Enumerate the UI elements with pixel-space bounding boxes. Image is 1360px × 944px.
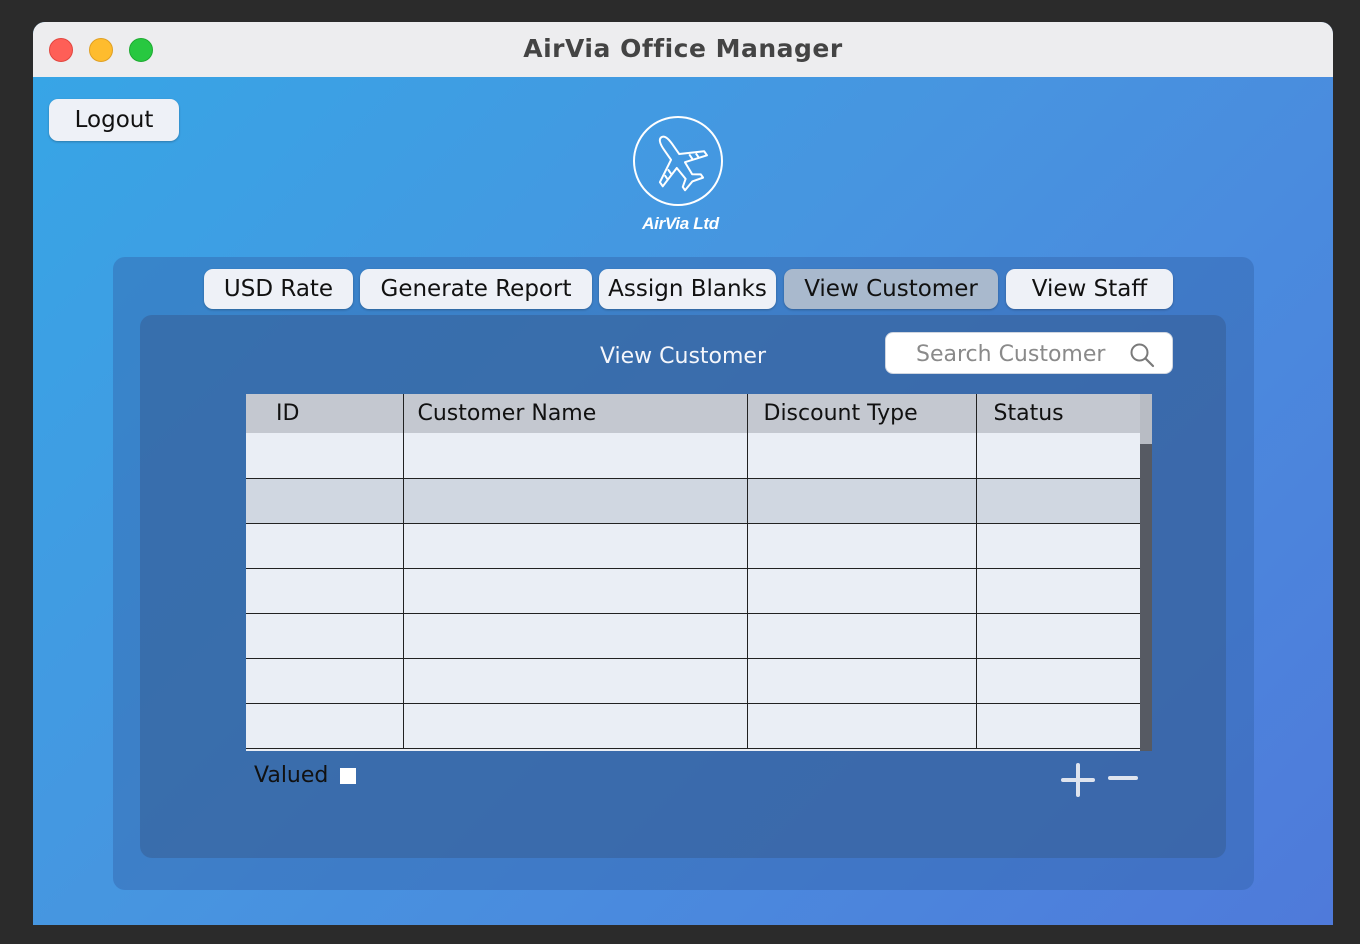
table-row[interactable] (246, 523, 1140, 569)
table-cell[interactable] (403, 703, 748, 749)
table-cell[interactable] (403, 478, 748, 524)
tab-usd-rate[interactable]: USD Rate (204, 269, 353, 309)
table-cell[interactable] (403, 613, 748, 659)
table-scrollbar[interactable] (1140, 394, 1152, 751)
table-header-row: ID Customer Name Discount Type Status (246, 394, 1140, 433)
plus-icon[interactable] (1060, 762, 1096, 798)
table-row[interactable] (246, 703, 1140, 749)
table-cell[interactable] (246, 478, 404, 524)
table-cell[interactable] (976, 568, 1140, 614)
logo-caption: AirVia Ltd (642, 214, 719, 233)
table-cell[interactable] (403, 433, 748, 479)
table-cell[interactable] (747, 658, 977, 704)
table-cell[interactable] (747, 568, 977, 614)
table-cell[interactable] (747, 613, 977, 659)
table-cell[interactable] (976, 703, 1140, 749)
table-cell[interactable] (246, 703, 404, 749)
search-customer-input[interactable] (914, 339, 1128, 369)
table-cell[interactable] (747, 703, 977, 749)
tab-view-customer[interactable]: View Customer (784, 269, 998, 309)
table-cell[interactable] (246, 568, 404, 614)
table-cell[interactable] (747, 433, 977, 479)
view-title: View Customer (599, 344, 767, 369)
column-header-discount-type[interactable]: Discount Type (747, 394, 977, 433)
tab-view-staff[interactable]: View Staff (1006, 269, 1173, 309)
table-cell[interactable] (403, 658, 748, 704)
table-cell[interactable] (246, 613, 404, 659)
column-header-label: Status (993, 401, 1064, 426)
table-row[interactable] (246, 658, 1140, 704)
table-cell[interactable] (976, 658, 1140, 704)
table-cell[interactable] (403, 523, 748, 569)
table-row[interactable] (246, 568, 1140, 614)
tab-assign-blanks[interactable]: Assign Blanks (599, 269, 776, 309)
scrollbar-thumb[interactable] (1140, 394, 1152, 444)
table-cell[interactable] (976, 523, 1140, 569)
logo (633, 116, 723, 206)
app-window: AirVia Office Manager Logout AirVia Ltd … (33, 22, 1333, 925)
window-title: AirVia Office Manager (523, 34, 843, 63)
column-header-id[interactable]: ID (246, 394, 404, 433)
column-header-label: Customer Name (417, 401, 597, 426)
title-bar: AirVia Office Manager (33, 22, 1333, 77)
tab-generate-report[interactable]: Generate Report (360, 269, 592, 309)
table-row[interactable] (246, 613, 1140, 659)
table-row[interactable] (246, 433, 1140, 479)
table-cell[interactable] (246, 433, 404, 479)
valued-label: Valued (254, 763, 329, 788)
table-cell[interactable] (747, 478, 977, 524)
customer-table: ID Customer Name Discount Type Status (246, 394, 1152, 751)
table-cell[interactable] (403, 568, 748, 614)
logout-button[interactable]: Logout (49, 99, 179, 141)
airplane-icon (658, 135, 709, 192)
valued-checkbox[interactable] (340, 768, 356, 784)
table-cell[interactable] (246, 658, 404, 704)
column-header-status[interactable]: Status (976, 394, 1140, 433)
search-icon[interactable] (1129, 342, 1155, 368)
table-cell[interactable] (976, 613, 1140, 659)
table-cell[interactable] (976, 433, 1140, 479)
column-header-label: Discount Type (763, 401, 918, 426)
column-header-label: ID (276, 401, 300, 426)
table-cell[interactable] (976, 478, 1140, 524)
column-header-customer-name[interactable]: Customer Name (403, 394, 748, 433)
search-box (885, 332, 1173, 374)
table-cell[interactable] (747, 523, 977, 569)
table-row[interactable] (246, 478, 1140, 524)
table-cell[interactable] (246, 523, 404, 569)
minus-icon[interactable] (1105, 762, 1141, 798)
